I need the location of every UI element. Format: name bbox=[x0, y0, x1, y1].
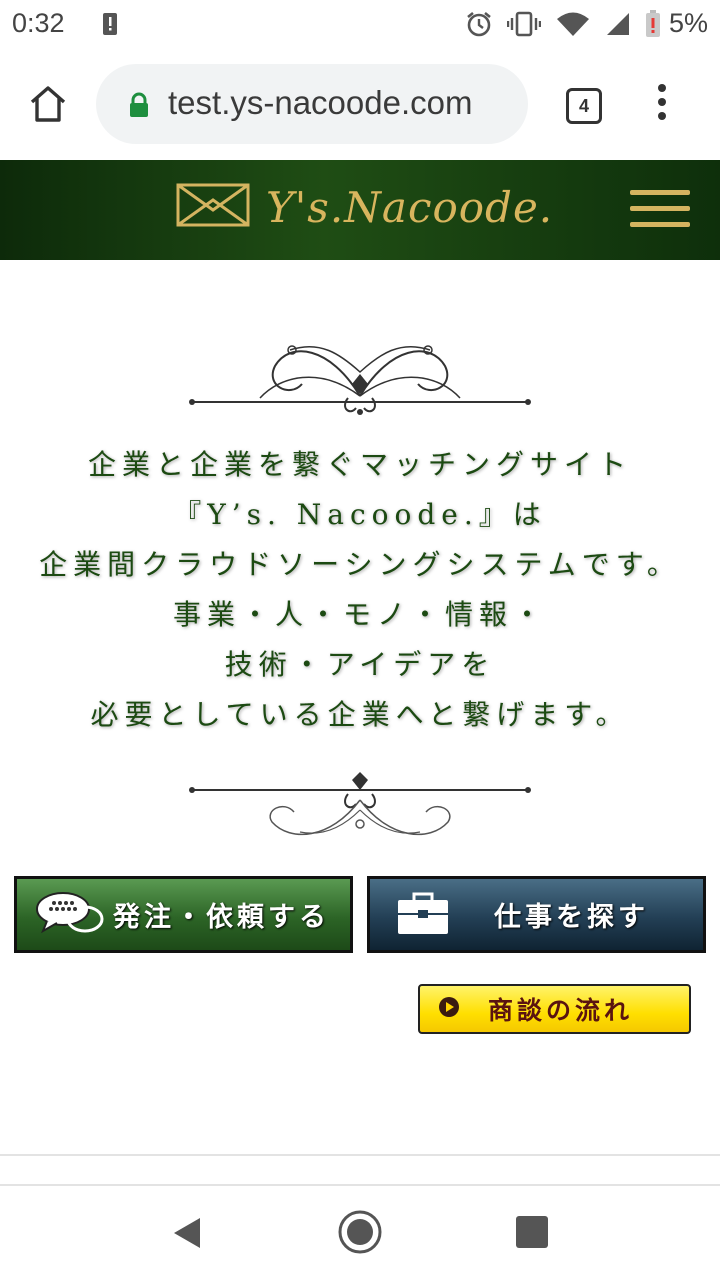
content-divider bbox=[0, 1154, 720, 1156]
alarm-icon bbox=[465, 10, 493, 38]
find-job-label: 仕事を探す bbox=[494, 902, 649, 933]
site-header: Y's.Nacoode. bbox=[0, 160, 720, 260]
ornament-divider-bottom bbox=[180, 770, 540, 860]
logo-text: Y's.Nacoode. bbox=[266, 182, 554, 232]
system-nav-bar bbox=[0, 1186, 720, 1280]
wifi-icon bbox=[555, 10, 591, 38]
vibrate-icon bbox=[506, 10, 541, 38]
cell-signal-icon bbox=[605, 11, 631, 37]
status-bar: 0:32 5% bbox=[0, 0, 720, 50]
envelope-logo-icon bbox=[176, 182, 250, 232]
intro-text: 企業と企業を繋ぐマッチングサイト 『Y’s. Nacoode.』は 企業間クラウ… bbox=[0, 440, 720, 740]
negotiation-flow-button[interactable]: 商談の流れ bbox=[418, 984, 691, 1034]
home-nav-icon[interactable] bbox=[336, 1208, 384, 1260]
order-request-label: 発注・依頼する bbox=[113, 902, 330, 933]
order-request-button[interactable]: 発注・依頼する bbox=[14, 876, 353, 953]
intro-line: 技術・アイデアを bbox=[224, 648, 496, 681]
status-time: 0:32 bbox=[12, 8, 65, 38]
intro-line: 企業と企業を繋ぐマッチングサイト bbox=[87, 448, 632, 481]
find-job-button[interactable]: 仕事を探す bbox=[367, 876, 706, 953]
browser-toolbar: test.ys-nacoode.com 4 bbox=[0, 50, 720, 160]
intro-line: 事業・人・モノ・情報・ bbox=[172, 598, 547, 631]
negotiation-flow-label: 商談の流れ bbox=[488, 996, 634, 1025]
intro-line: 『Y’s. Nacoode.』は bbox=[173, 498, 547, 531]
url-bar[interactable]: test.ys-nacoode.com bbox=[96, 64, 528, 144]
play-circle-icon bbox=[438, 996, 460, 1022]
chat-bubbles-icon bbox=[35, 889, 105, 941]
url-text: test.ys-nacoode.com bbox=[168, 84, 473, 121]
intro-line: 企業間クラウドソーシングシステムです。 bbox=[39, 548, 681, 581]
briefcase-icon bbox=[396, 890, 450, 940]
lock-icon bbox=[128, 92, 150, 122]
ornament-divider-top bbox=[180, 336, 540, 426]
tab-switcher-button[interactable]: 4 bbox=[566, 88, 602, 124]
intro-line: 必要としている企業へと繋げます。 bbox=[90, 698, 630, 731]
more-vert-icon[interactable] bbox=[650, 84, 674, 126]
battery-percent: 5% bbox=[668, 8, 708, 38]
recent-apps-icon[interactable] bbox=[516, 1216, 548, 1248]
site-logo[interactable]: Y's.Nacoode. bbox=[176, 182, 553, 232]
hamburger-menu-icon[interactable] bbox=[630, 190, 690, 234]
status-icons: 5% bbox=[451, 8, 708, 39]
back-icon[interactable] bbox=[172, 1216, 202, 1254]
battery-low-icon bbox=[645, 9, 661, 38]
alert-icon bbox=[102, 12, 118, 40]
home-icon[interactable] bbox=[24, 80, 72, 128]
